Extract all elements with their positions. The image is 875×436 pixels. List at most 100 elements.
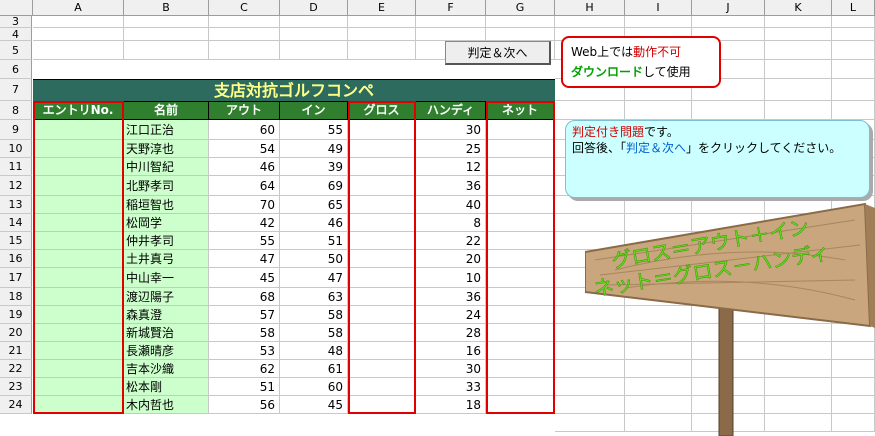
row-header-10[interactable]: 10 [0, 140, 32, 158]
grid-cell[interactable] [765, 101, 832, 120]
grid-cell[interactable] [765, 28, 832, 41]
player-name: 江口正治 [124, 120, 209, 140]
row-header-13[interactable]: 13 [0, 196, 32, 214]
table-header-2: 名前 [124, 101, 209, 120]
row-header-12[interactable]: 12 [0, 176, 32, 196]
grid-cell[interactable] [124, 41, 209, 60]
entry-column-highlight [33, 101, 124, 414]
grid-cell[interactable] [625, 16, 692, 28]
grid-cell[interactable] [33, 28, 124, 41]
handicap: 36 [416, 176, 486, 196]
row-header-6[interactable]: 6 [0, 60, 32, 79]
row-header-8[interactable]: 8 [0, 101, 32, 120]
grid-cell[interactable] [765, 60, 832, 79]
grid-cell[interactable] [33, 41, 124, 60]
table-header-6: ハンディ [416, 101, 486, 120]
grid-cell[interactable] [486, 16, 555, 28]
grid-cell[interactable] [416, 16, 486, 28]
in-score: 39 [280, 158, 348, 176]
instruction-click: 」をクリックしてください。 [686, 141, 842, 155]
grid-cell[interactable] [209, 28, 280, 41]
in-score: 50 [280, 250, 348, 268]
grid-cell[interactable] [555, 101, 625, 120]
grid-cell[interactable] [765, 41, 832, 60]
row-header-4[interactable]: 4 [0, 28, 32, 41]
row-header-17[interactable]: 17 [0, 268, 32, 288]
grid-cell[interactable] [348, 28, 416, 41]
grid-cell[interactable] [209, 16, 280, 28]
row-header-11[interactable]: 11 [0, 158, 32, 176]
out-score: 46 [209, 158, 280, 176]
row-header-24[interactable]: 24 [0, 396, 32, 414]
gross-column-highlight [348, 101, 416, 414]
player-name: 天野淳也 [124, 140, 209, 158]
player-name: 北野孝司 [124, 176, 209, 196]
grid-cell[interactable] [124, 16, 209, 28]
row-header-23[interactable]: 23 [0, 378, 32, 396]
in-score: 69 [280, 176, 348, 196]
out-score: 70 [209, 196, 280, 214]
row-header-20[interactable]: 20 [0, 324, 32, 342]
row-header-5[interactable]: 5 [0, 41, 32, 60]
player-name: 土井真弓 [124, 250, 209, 268]
out-score: 47 [209, 250, 280, 268]
row-header-7[interactable]: 7 [0, 79, 32, 101]
out-score: 58 [209, 324, 280, 342]
row-header-14[interactable]: 14 [0, 214, 32, 232]
handicap: 28 [416, 324, 486, 342]
player-name: 仲井孝司 [124, 232, 209, 250]
grid-cell[interactable] [832, 79, 875, 101]
out-score: 53 [209, 342, 280, 360]
player-name: 新城賢治 [124, 324, 209, 342]
grid-cell[interactable] [209, 41, 280, 60]
row-header-3[interactable]: 3 [0, 16, 32, 28]
row-header-21[interactable]: 21 [0, 342, 32, 360]
grid-cell[interactable] [124, 28, 209, 41]
grid-cell[interactable] [692, 101, 765, 120]
instruction-prefix: 回答後、「 [572, 141, 627, 155]
instruction-suffix: です。 [644, 125, 679, 139]
row-header-15[interactable]: 15 [0, 232, 32, 250]
grid-cell[interactable] [33, 16, 124, 28]
row-header-18[interactable]: 18 [0, 288, 32, 306]
grid-cell[interactable] [765, 79, 832, 101]
grid-cell[interactable] [832, 60, 875, 79]
grid-cell[interactable] [486, 28, 555, 41]
grid-cell[interactable] [348, 41, 416, 60]
row-header-19[interactable]: 19 [0, 306, 32, 324]
in-score: 46 [280, 214, 348, 232]
out-score: 62 [209, 360, 280, 378]
in-score: 61 [280, 360, 348, 378]
row-header-9[interactable]: 9 [0, 120, 32, 140]
in-score: 47 [280, 268, 348, 288]
player-name: 吉本沙織 [124, 360, 209, 378]
player-name: 中山幸一 [124, 268, 209, 288]
grid-cell[interactable] [280, 41, 348, 60]
notice-disabled: 動作不可 [633, 45, 682, 59]
judge-next-button[interactable]: 判定＆次へ [445, 41, 551, 65]
grid-cell[interactable] [280, 16, 348, 28]
row-header-16[interactable]: 16 [0, 250, 32, 268]
notice-download: ダウンロード [571, 65, 644, 79]
grid-cell[interactable] [832, 101, 875, 120]
grid-cell[interactable] [832, 41, 875, 60]
notice-prefix: Web上では [571, 45, 634, 59]
notice-box: Web上では動作不可 ダウンロードして使用 [561, 36, 721, 88]
grid-cell[interactable] [348, 16, 416, 28]
grid-cell[interactable] [765, 16, 832, 28]
out-score: 42 [209, 214, 280, 232]
grid-cell[interactable] [280, 28, 348, 41]
handicap: 25 [416, 140, 486, 158]
grid-cell[interactable] [416, 28, 486, 41]
in-score: 60 [280, 378, 348, 396]
grid-cell[interactable] [832, 16, 875, 28]
grid-cell[interactable] [832, 28, 875, 41]
grid-cell[interactable] [555, 16, 625, 28]
instruction-box: 判定付き問題です。 回答後、「判定＆次へ」をクリックしてください。 [565, 120, 870, 198]
page-title: 支店対抗ゴルフコンペ [213, 81, 374, 100]
row-header-22[interactable]: 22 [0, 360, 32, 378]
grid-cell[interactable] [692, 16, 765, 28]
in-score: 63 [280, 288, 348, 306]
player-name: 森真澄 [124, 306, 209, 324]
grid-cell[interactable] [625, 101, 692, 120]
